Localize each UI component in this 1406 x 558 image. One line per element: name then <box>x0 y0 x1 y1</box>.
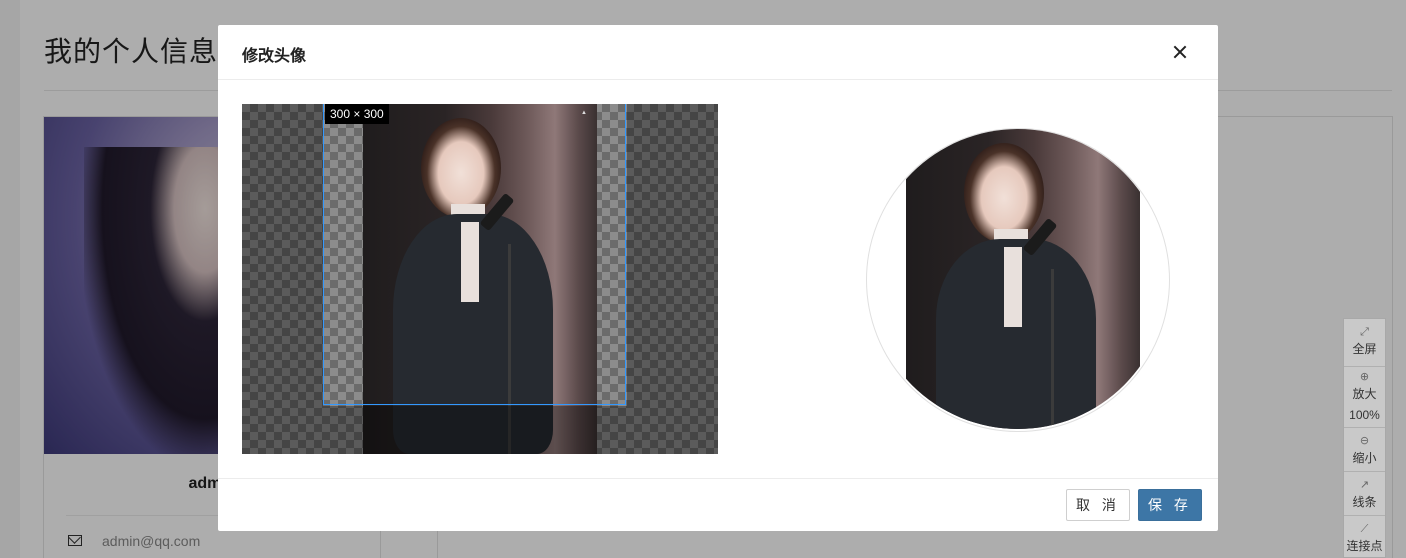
line-chart-icon: ↗ <box>1359 479 1370 491</box>
connect-point-icon: ⟋ <box>1360 523 1369 535</box>
dialog-title: 修改头像 <box>242 48 307 65</box>
toolbar-divider <box>1344 366 1385 367</box>
preview-photo <box>906 129 1140 429</box>
zoom-level: 100% <box>1344 405 1385 423</box>
connect-point-label: 连接点 <box>1346 539 1383 553</box>
fullscreen-icon: ⤢ <box>1360 326 1369 338</box>
fullscreen-label: 全屏 <box>1352 342 1377 356</box>
line-button[interactable]: ↗ 线条 <box>1344 478 1385 510</box>
fullscreen-button[interactable]: ⤢ 全屏 <box>1344 325 1385 357</box>
avatar-preview <box>868 129 1168 429</box>
side-toolbar: ⤢ 全屏 ⊕ 放大 100% ⊖ 缩小 ↗ 线条 ⟋ 连接点 <box>1343 318 1386 558</box>
toolbar-divider <box>1344 515 1385 516</box>
zoom-in-label: 放大 <box>1352 387 1377 401</box>
cancel-button[interactable]: 取 消 <box>1066 489 1130 521</box>
image-cropper[interactable]: 300 × 300 ▲ <box>242 104 718 454</box>
close-icon[interactable] <box>1168 40 1192 64</box>
toolbar-divider <box>1344 427 1385 428</box>
save-button[interactable]: 保 存 <box>1138 489 1202 521</box>
crop-size-label: 300 × 300 <box>325 104 389 124</box>
zoom-in-icon: ⊕ <box>1359 371 1370 383</box>
toolbar-divider <box>1344 471 1385 472</box>
zoom-out-icon: ⊖ <box>1359 435 1370 447</box>
crop-box[interactable] <box>323 104 626 405</box>
line-label: 线条 <box>1352 495 1377 509</box>
zoom-out-button[interactable]: ⊖ 缩小 <box>1344 434 1385 466</box>
zoom-out-label: 缩小 <box>1352 451 1377 465</box>
edit-avatar-dialog: 修改头像 300 × 300 ▲ 取 消 保 存 <box>218 25 1218 531</box>
crop-shade-bottom <box>323 406 627 454</box>
zoom-level-value: 100% <box>1349 408 1380 422</box>
dialog-header-divider <box>218 79 1218 80</box>
zoom-in-button[interactable]: ⊕ 放大 <box>1344 370 1385 402</box>
watermark-icon: ▲ <box>581 110 587 116</box>
crop-shade-right <box>627 104 718 454</box>
crop-shade-left <box>242 104 323 454</box>
connect-point-button[interactable]: ⟋ 连接点 <box>1344 522 1385 554</box>
dialog-footer-divider <box>218 478 1218 479</box>
